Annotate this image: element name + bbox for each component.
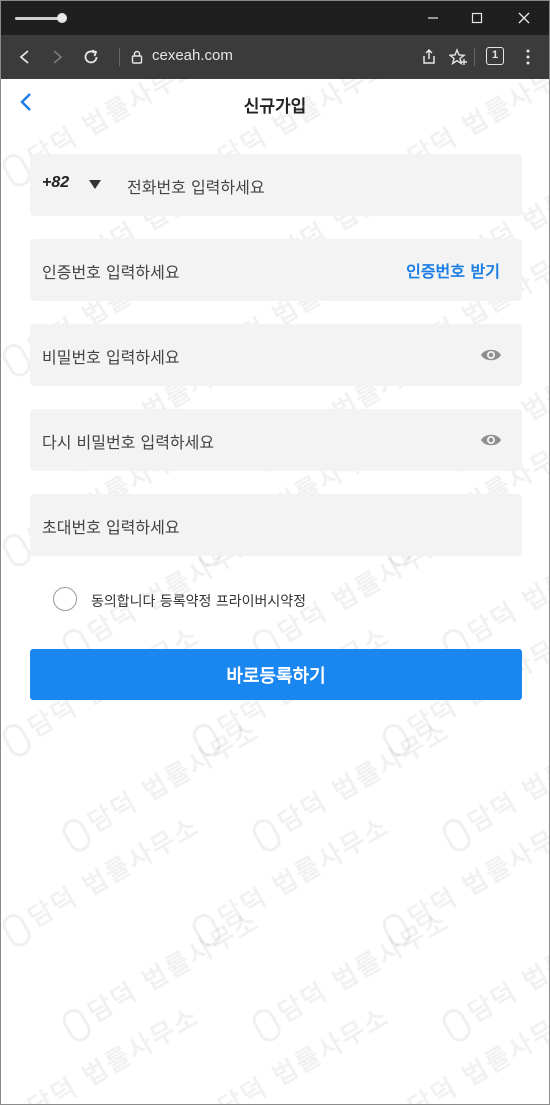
phone-field[interactable]: +82 전화번호 입력하세요 (30, 154, 522, 216)
star-add-icon (449, 48, 467, 66)
watermark-text: 담덕 법률사무소 (186, 806, 396, 951)
favorite-button[interactable] (447, 45, 471, 69)
toolbar-divider (473, 45, 475, 69)
share-button[interactable] (417, 45, 441, 69)
reload-icon (84, 49, 98, 64)
watermark-text: 담덕 법률사무소 (246, 901, 456, 1046)
page-title: 신규가입 (243, 97, 307, 117)
eye-icon[interactable] (480, 346, 502, 364)
watermark-text: 담덕 법률사무소 (56, 901, 266, 1046)
arrow-right-icon (53, 50, 63, 64)
agree-radio[interactable] (53, 587, 77, 611)
back-nav-button[interactable] (13, 45, 37, 69)
watermark-text: 담덕 법률사무소 (1, 806, 206, 951)
forward-nav-button[interactable] (45, 45, 69, 69)
page-header: 신규가입 (1, 79, 549, 127)
close-icon (518, 12, 530, 24)
caret-down-icon[interactable] (89, 180, 101, 189)
minimize-button[interactable] (410, 1, 456, 35)
share-icon (423, 48, 435, 64)
lock-icon (125, 45, 149, 69)
password-field[interactable]: 비밀번호 입력하세요 (30, 324, 522, 386)
password-input[interactable]: 비밀번호 입력하세요 (42, 344, 180, 368)
watermark-text: 담덕 법률사무소 (186, 996, 396, 1104)
register-button[interactable]: 바로등록하기 (30, 649, 522, 700)
watermark-text: 담덕 법률사무소 (376, 996, 549, 1104)
menu-button[interactable] (516, 45, 540, 69)
confirm-password-input[interactable]: 다시 비밀번호 입력하세요 (42, 429, 214, 453)
maximize-button[interactable] (454, 1, 500, 35)
browser-toolbar: cexeah.com 1 (1, 35, 549, 79)
agreement-text[interactable]: 동의합니다 등록약정 프라이버시약정 (91, 591, 306, 611)
eye-icon[interactable] (480, 431, 502, 449)
minimize-icon (428, 17, 438, 19)
watermark-text: 담덕 법률사무소 (436, 711, 549, 856)
zoom-slider-handle[interactable] (57, 13, 67, 23)
reload-button[interactable] (79, 45, 103, 69)
more-vertical-icon (526, 49, 530, 65)
tab-count-button[interactable]: 1 (486, 47, 504, 65)
zoom-slider-track[interactable] (15, 17, 61, 20)
watermark-text: 담덕 법률사무소 (56, 711, 266, 856)
watermark-text: 담덕 법률사무소 (376, 806, 549, 951)
invite-code-field[interactable]: 초대번호 입력하세요 (30, 494, 522, 556)
get-verification-code-link[interactable]: 인증번호 받기 (406, 258, 500, 282)
close-button[interactable] (501, 1, 547, 35)
watermark-text: 담덕 법률사무소 (436, 901, 549, 1046)
window-titlebar (1, 1, 549, 35)
verification-code-input[interactable]: 인증번호 입력하세요 (42, 259, 180, 283)
country-code-select[interactable]: +82 (42, 174, 69, 192)
verification-code-field[interactable]: 인증번호 입력하세요 인증번호 받기 (30, 239, 522, 301)
page-content: 담덕 법률사무소담덕 법률사무소담덕 법률사무소담덕 법률사무소담덕 법률사무소… (1, 79, 549, 1104)
address-bar[interactable]: cexeah.com (152, 47, 233, 64)
confirm-password-field[interactable]: 다시 비밀번호 입력하세요 (30, 409, 522, 471)
arrow-left-icon (19, 50, 29, 64)
invite-code-input[interactable]: 초대번호 입력하세요 (42, 514, 180, 538)
phone-input[interactable]: 전화번호 입력하세요 (127, 174, 265, 198)
maximize-icon (471, 12, 483, 24)
watermark-text: 담덕 법률사무소 (1, 996, 206, 1104)
watermark-text: 담덕 법률사무소 (246, 711, 456, 856)
